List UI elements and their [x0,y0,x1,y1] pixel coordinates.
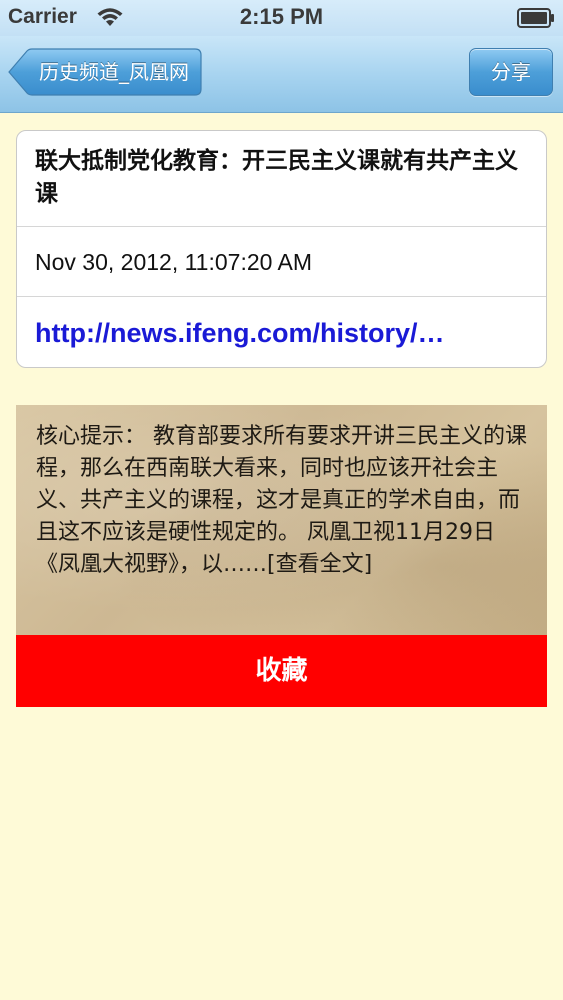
battery-icon [517,8,554,28]
article-link[interactable]: http://news.ifeng.com/history/… [17,297,546,367]
article-summary: 核心提示： 教育部要求所有要求开讲三民主义的课程，那么在西南联大看来，同时也应该… [16,405,547,635]
collect-button[interactable]: 收藏 [16,635,547,707]
back-button[interactable]: 历史频道_凤凰网 [8,48,202,96]
back-button-label: 历史频道_凤凰网 [39,60,189,84]
share-button[interactable]: 分享 [469,48,553,96]
navigation-bar: 历史频道_凤凰网 分享 [0,36,563,113]
status-bar: Carrier 2:15 PM [0,0,563,36]
article-title: 联大抵制党化教育：开三民主义课就有共产主义课 [17,131,546,227]
article-info-card: 联大抵制党化教育：开三民主义课就有共产主义课 Nov 30, 2012, 11:… [16,130,547,368]
article-date: Nov 30, 2012, 11:07:20 AM [17,227,546,297]
status-time: 2:15 PM [239,4,324,29]
